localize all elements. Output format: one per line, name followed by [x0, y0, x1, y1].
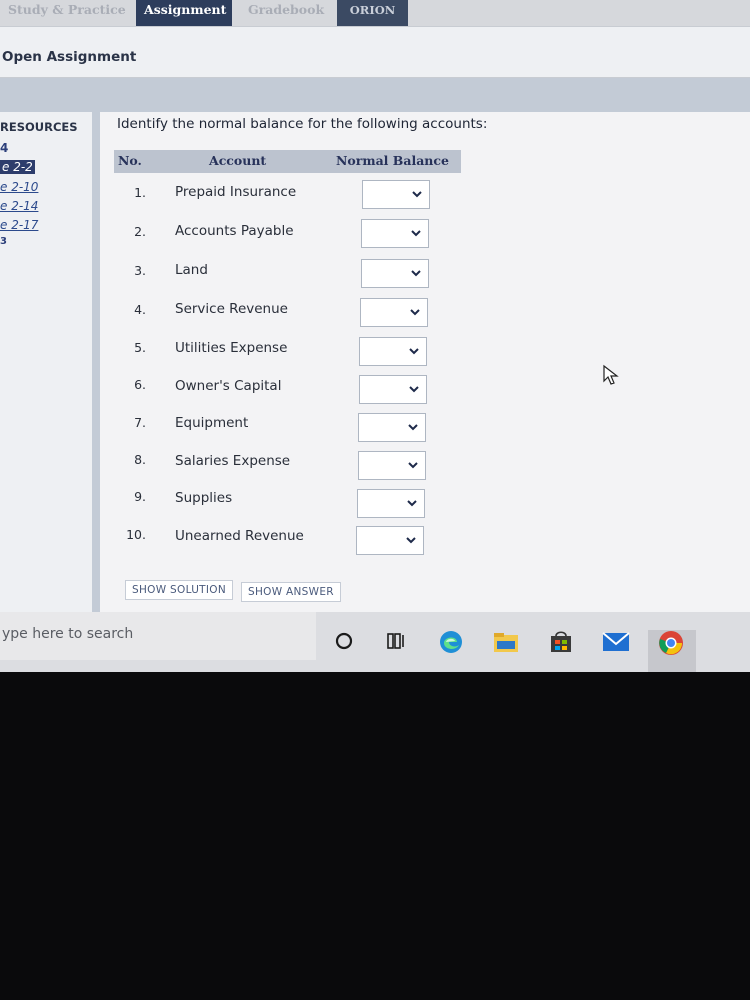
chevron-down-icon: [411, 270, 421, 277]
row-number: 10.: [126, 527, 146, 542]
row-number: 3.: [134, 263, 146, 278]
cortana-icon[interactable]: [334, 631, 354, 651]
chevron-down-icon: [411, 230, 421, 237]
row-number: 9.: [134, 489, 146, 504]
tab-gradebook[interactable]: Gradebook: [240, 0, 332, 26]
chevron-down-icon: [408, 424, 418, 431]
tab-assignment[interactable]: Assignment: [136, 0, 232, 26]
task-view-icon[interactable]: [386, 631, 408, 651]
header-band: [0, 78, 750, 112]
chevron-down-icon: [409, 386, 419, 393]
resource-item[interactable]: e 2-10: [0, 180, 38, 194]
header-account: Account: [209, 153, 267, 168]
taskbar-search-box[interactable]: ype here to search: [0, 612, 316, 660]
chevron-down-icon: [412, 191, 422, 198]
resource-item-selected[interactable]: e 2-2: [0, 160, 35, 174]
edge-icon[interactable]: [438, 629, 464, 655]
row-account: Owner's Capital: [175, 378, 282, 394]
row-number: 1.: [134, 185, 146, 200]
row-account: Unearned Revenue: [175, 528, 304, 544]
normal-balance-select[interactable]: [360, 298, 428, 327]
chevron-down-icon: [410, 309, 420, 316]
chevron-down-icon: [408, 462, 418, 469]
resource-item[interactable]: e 2-14: [0, 199, 38, 213]
question-area: Identify the normal balance for the foll…: [100, 112, 750, 612]
show-answer-button[interactable]: SHOW ANSWER: [241, 582, 341, 602]
row-account: Salaries Expense: [175, 453, 291, 469]
row-account: Service Revenue: [175, 301, 288, 317]
row-number: 2.: [134, 224, 146, 239]
chevron-down-icon: [409, 348, 419, 355]
panel-divider: [92, 112, 100, 612]
row-number: 6.: [134, 377, 146, 392]
file-explorer-icon[interactable]: [492, 630, 520, 654]
resource-item-chapter[interactable]: 4: [0, 141, 8, 155]
normal-balance-select[interactable]: [358, 451, 426, 480]
resource-item[interactable]: e 2-17: [0, 218, 38, 232]
row-number: 4.: [134, 302, 146, 317]
taskbar: ype here to search: [0, 612, 750, 672]
normal-balance-select[interactable]: [358, 413, 426, 442]
normal-balance-select[interactable]: [359, 375, 427, 404]
show-solution-button[interactable]: SHOW SOLUTION: [125, 580, 234, 600]
chevron-down-icon: [407, 500, 417, 507]
normal-balance-select[interactable]: [356, 526, 424, 555]
normal-balance-select[interactable]: [361, 259, 429, 288]
normal-balance-select[interactable]: [361, 219, 429, 248]
resources-title: RESOURCES: [0, 120, 78, 134]
row-account: Equipment: [175, 415, 249, 431]
mouse-cursor-icon: [603, 364, 619, 385]
page-title: Open Assignment: [2, 49, 137, 65]
row-account: Prepaid Insurance: [175, 184, 297, 200]
row-number: 8.: [134, 452, 146, 467]
screen: Study & Practice Assignment Gradebook OR…: [0, 0, 750, 672]
row-number: 5.: [134, 340, 146, 355]
search-input[interactable]: ype here to search: [2, 626, 133, 642]
tab-orion[interactable]: ORION: [337, 0, 408, 26]
row-account: Supplies: [175, 490, 233, 506]
normal-balance-select[interactable]: [357, 489, 425, 518]
chrome-icon[interactable]: [658, 630, 684, 656]
question-instructions: Identify the normal balance for the foll…: [117, 116, 488, 132]
normal-balance-select[interactable]: [362, 180, 430, 209]
table-header: No. Account Normal Balance: [114, 150, 461, 173]
row-account: Utilities Expense: [175, 340, 288, 356]
top-nav: Study & Practice Assignment Gradebook OR…: [0, 0, 750, 26]
mail-icon[interactable]: [602, 632, 630, 652]
title-bar: Open Assignment: [0, 26, 750, 78]
row-account: Land: [175, 262, 208, 278]
chevron-down-icon: [406, 537, 416, 544]
header-no: No.: [118, 153, 142, 168]
tab-study-practice[interactable]: Study & Practice: [0, 0, 134, 26]
row-number: 7.: [134, 415, 146, 430]
normal-balance-select[interactable]: [359, 337, 427, 366]
row-account: Accounts Payable: [175, 223, 294, 239]
header-normal-balance: Normal Balance: [336, 153, 449, 168]
resource-item[interactable]: 3: [0, 236, 7, 247]
resources-panel: RESOURCES 4 e 2-2 e 2-10 e 2-14 e 2-17 3: [0, 112, 92, 612]
store-icon[interactable]: [548, 628, 574, 654]
